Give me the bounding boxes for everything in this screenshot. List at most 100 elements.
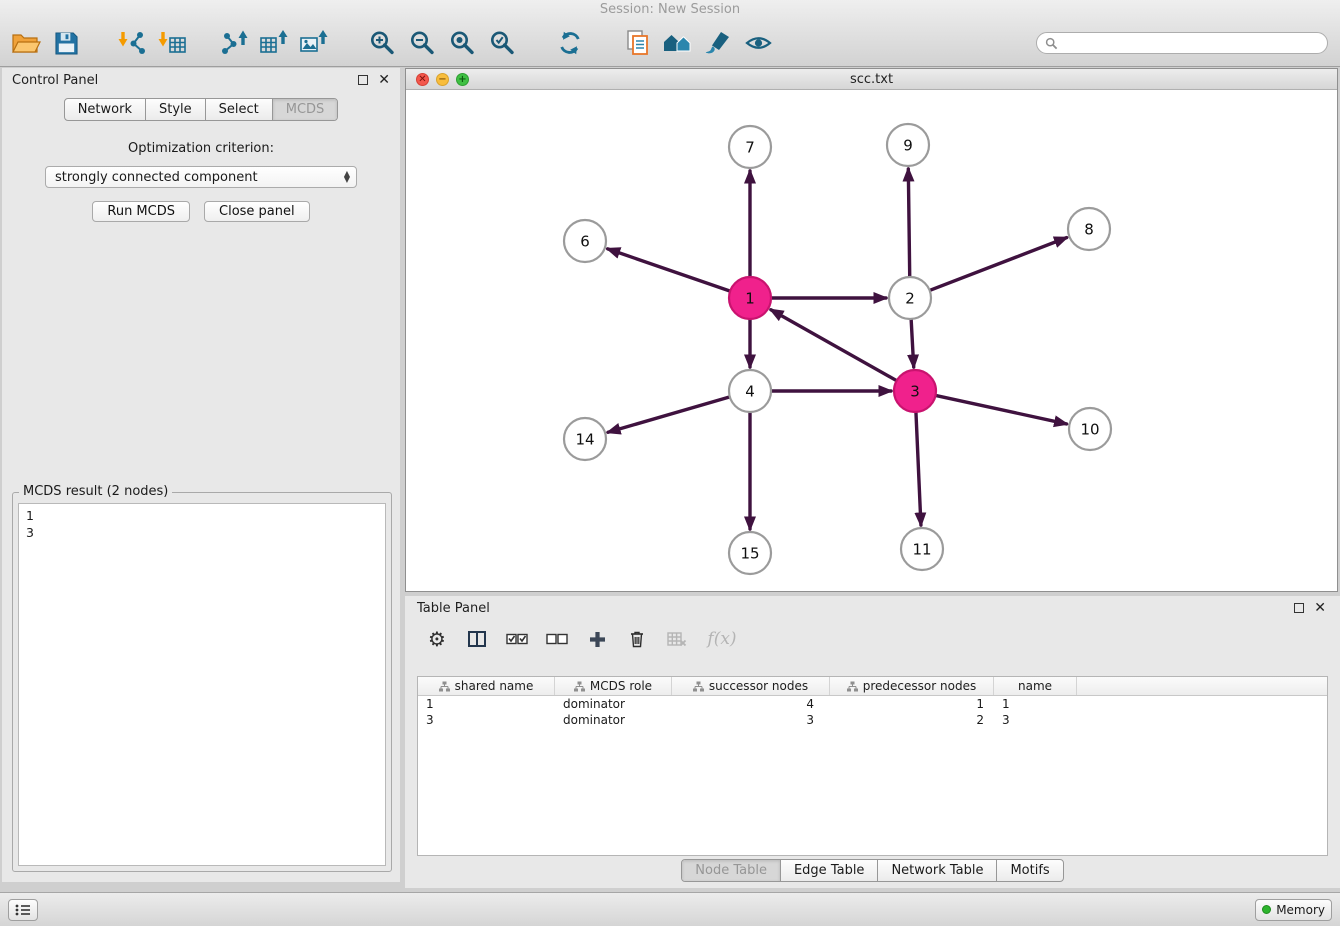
show-columns-button[interactable] xyxy=(465,626,489,652)
select-all-button[interactable] xyxy=(505,626,529,652)
float-table-panel-button[interactable] xyxy=(1294,603,1304,613)
network-canvas[interactable]: 7 9 6 8 1 2 4 3 14 10 15 11 xyxy=(406,90,1337,591)
clear-selection-button[interactable] xyxy=(545,626,569,652)
graph-node-10[interactable]: 10 xyxy=(1069,408,1111,450)
export-network-icon xyxy=(219,29,249,57)
mcds-result-groupbox: MCDS result (2 nodes) 1 3 xyxy=(12,492,392,872)
graph-edge-3-11[interactable] xyxy=(916,412,921,525)
zoom-selected-button[interactable] xyxy=(482,22,522,64)
delete-table-button[interactable] xyxy=(665,626,689,652)
close-panel-button[interactable]: ✕ xyxy=(378,73,390,87)
table-panel: Table Panel ✕ ⚙ xyxy=(405,596,1340,888)
function-builder-button[interactable]: f(x) xyxy=(705,626,739,652)
panel-list-button[interactable] xyxy=(8,899,38,921)
criterion-dropdown-value: strongly connected component xyxy=(55,170,344,185)
open-session-button[interactable] xyxy=(6,22,46,64)
control-panel-tabs: Network Style Select MCDS xyxy=(2,98,400,121)
graph-node-8[interactable]: 8 xyxy=(1068,208,1110,250)
create-column-button[interactable] xyxy=(585,626,609,652)
window-titlebar: Session: New Session xyxy=(0,0,1340,20)
column-header-predecessor-nodes[interactable]: predecessor nodes xyxy=(830,677,994,695)
window-zoom-button[interactable]: + xyxy=(456,73,469,86)
cell-predecessor-nodes: 1 xyxy=(830,696,994,712)
tab-motifs[interactable]: Motifs xyxy=(996,860,1062,881)
toolbar-search[interactable] xyxy=(1036,32,1328,54)
tab-edge-table[interactable]: Edge Table xyxy=(780,860,877,881)
import-table-button[interactable] xyxy=(152,22,192,64)
table-settings-button[interactable]: ⚙ xyxy=(425,626,449,652)
export-image-icon xyxy=(299,29,329,57)
zoom-fit-icon xyxy=(448,29,476,57)
table-row[interactable]: 3 dominator 3 2 3 xyxy=(418,712,1327,728)
graph-node-15[interactable]: 15 xyxy=(729,532,771,574)
node-table: shared name MCDS role successor nodes pr… xyxy=(417,676,1328,856)
column-header-successor-nodes[interactable]: successor nodes xyxy=(672,677,830,695)
import-network-button[interactable] xyxy=(112,22,152,64)
svg-text:7: 7 xyxy=(745,138,755,156)
export-network-button[interactable] xyxy=(214,22,254,64)
graph-edge-3-1[interactable] xyxy=(771,310,897,381)
svg-text:6: 6 xyxy=(580,232,590,250)
column-header-name[interactable]: name xyxy=(994,677,1077,695)
table-panel-tabs: Node Table Edge Table Network Table Moti… xyxy=(405,859,1340,882)
window-minimize-button[interactable]: − xyxy=(436,73,449,86)
graph-edge-2-9[interactable] xyxy=(908,169,909,277)
delete-table-icon xyxy=(667,631,687,647)
gear-icon: ⚙ xyxy=(428,629,446,649)
main-toolbar xyxy=(0,20,1340,67)
graph-node-11[interactable]: 11 xyxy=(901,528,943,570)
column-header-mcds-role[interactable]: MCDS role xyxy=(555,677,672,695)
tab-node-table[interactable]: Node Table xyxy=(682,860,780,881)
zoom-fit-button[interactable] xyxy=(442,22,482,64)
graph-node-1[interactable]: 1 xyxy=(729,277,771,319)
birds-eye-view-button[interactable] xyxy=(738,22,778,64)
delete-column-button[interactable] xyxy=(625,626,649,652)
export-image-button[interactable] xyxy=(294,22,334,64)
zoom-out-icon xyxy=(408,29,436,57)
graph-edge-3-10[interactable] xyxy=(936,395,1067,423)
graph-node-7[interactable]: 7 xyxy=(729,126,771,168)
zoom-in-button[interactable] xyxy=(362,22,402,64)
graph-node-2[interactable]: 2 xyxy=(889,277,931,319)
svg-text:8: 8 xyxy=(1084,220,1094,238)
mcds-result-text[interactable]: 1 3 xyxy=(18,503,386,866)
tab-network-table[interactable]: Network Table xyxy=(877,860,996,881)
save-session-button[interactable] xyxy=(46,22,86,64)
search-input[interactable] xyxy=(1063,36,1319,51)
graph-node-6[interactable]: 6 xyxy=(564,220,606,262)
close-table-panel-button[interactable]: ✕ xyxy=(1314,601,1326,615)
duplicate-network-button[interactable] xyxy=(618,22,658,64)
close-panel-button-mcds[interactable]: Close panel xyxy=(204,201,310,222)
table-row[interactable]: 1 dominator 4 1 1 xyxy=(418,696,1327,712)
run-mcds-button[interactable]: Run MCDS xyxy=(92,201,190,222)
zoom-out-button[interactable] xyxy=(402,22,442,64)
float-panel-button[interactable] xyxy=(358,75,368,85)
column-header-shared-name[interactable]: shared name xyxy=(418,677,555,695)
window-close-button[interactable]: ✕ xyxy=(416,73,429,86)
graph-edge-1-6[interactable] xyxy=(608,249,730,291)
graph-node-14[interactable]: 14 xyxy=(564,418,606,460)
svg-text:4: 4 xyxy=(745,382,755,400)
criterion-dropdown[interactable]: strongly connected component ▲▼ xyxy=(45,166,357,188)
tab-mcds[interactable]: MCDS xyxy=(272,99,338,120)
memory-button[interactable]: Memory xyxy=(1255,899,1332,921)
svg-text:15: 15 xyxy=(740,544,759,562)
graph-node-3[interactable]: 3 xyxy=(894,370,936,412)
cell-name: 1 xyxy=(994,696,1077,712)
graph-edge-2-8[interactable] xyxy=(930,238,1067,291)
tab-style[interactable]: Style xyxy=(145,99,205,120)
show-graphics-details-button[interactable] xyxy=(698,22,738,64)
cell-predecessor-nodes: 2 xyxy=(830,712,994,728)
graph-edge-4-14[interactable] xyxy=(608,397,730,432)
svg-text:2: 2 xyxy=(905,289,915,307)
tab-select[interactable]: Select xyxy=(205,99,272,120)
tab-network[interactable]: Network xyxy=(65,99,145,120)
memory-label: Memory xyxy=(1276,903,1325,917)
show-all-networks-button[interactable] xyxy=(658,22,698,64)
graph-node-9[interactable]: 9 xyxy=(887,124,929,166)
graph-node-4[interactable]: 4 xyxy=(729,370,771,412)
refresh-view-button[interactable] xyxy=(550,22,590,64)
trash-icon xyxy=(629,630,645,648)
export-table-button[interactable] xyxy=(254,22,294,64)
graph-edge-2-3[interactable] xyxy=(911,319,914,367)
